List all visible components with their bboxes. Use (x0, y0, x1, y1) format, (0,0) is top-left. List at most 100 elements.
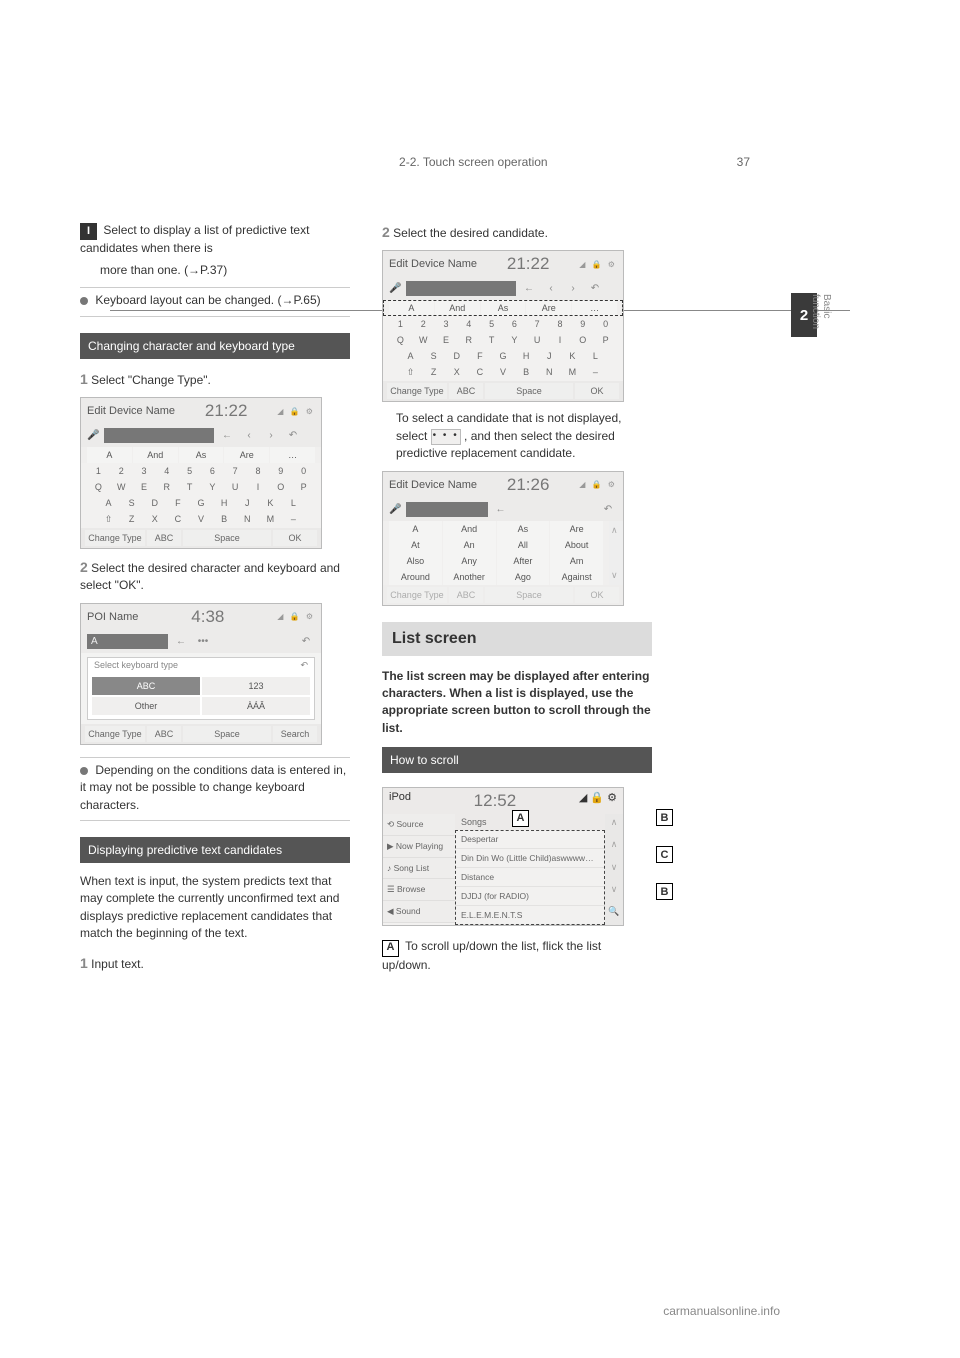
candidate[interactable]: Against (550, 569, 603, 585)
key[interactable]: W (110, 480, 133, 494)
candidate[interactable]: All (497, 537, 550, 553)
key[interactable]: A (97, 496, 120, 510)
key[interactable]: J (236, 496, 259, 510)
key[interactable]: R (457, 333, 480, 347)
scroll-bottom-icon[interactable]: ∨ (605, 881, 623, 903)
suggestion[interactable]: And (133, 447, 178, 463)
key[interactable]: D (143, 496, 166, 510)
key[interactable]: A (399, 349, 422, 363)
suggestion[interactable]: A (87, 447, 132, 463)
key[interactable]: B (213, 512, 236, 527)
suggestion-more[interactable]: … (270, 447, 315, 463)
key[interactable]: Z (120, 512, 143, 527)
candidate[interactable]: Another (443, 569, 496, 585)
mic-icon[interactable]: 🎤 (389, 281, 402, 296)
text-input-field[interactable] (406, 281, 516, 296)
suggestion[interactable]: As (179, 447, 224, 463)
key[interactable]: O (269, 480, 292, 494)
key[interactable]: F (166, 496, 189, 510)
key[interactable]: 5 (480, 317, 503, 331)
key[interactable]: 1 (87, 464, 110, 478)
suggestion[interactable]: Are (224, 447, 269, 463)
keyboard-type-option[interactable]: ÀÁÂ (202, 697, 310, 715)
ok-button[interactable]: OK (575, 383, 619, 399)
key[interactable]: 9 (571, 317, 594, 331)
key[interactable]: – (282, 512, 305, 527)
space-button[interactable]: Space (183, 726, 271, 742)
change-type-button[interactable]: Change Type (85, 726, 145, 742)
key[interactable]: L (584, 349, 607, 363)
key[interactable]: 6 (503, 317, 526, 331)
key[interactable]: U (526, 333, 549, 347)
key[interactable]: B (515, 365, 538, 380)
key[interactable]: N (236, 512, 259, 527)
key[interactable]: P (594, 333, 617, 347)
key[interactable]: D (445, 349, 468, 363)
text-input-field[interactable]: A (87, 634, 168, 649)
candidate[interactable]: Are (550, 521, 603, 537)
key[interactable]: 9 (269, 464, 292, 478)
key[interactable]: 0 (594, 317, 617, 331)
scroll-up-icon[interactable]: ∧ (605, 836, 623, 858)
side-item-song-list[interactable]: ♪ Song List (383, 858, 455, 879)
abc-button[interactable]: ABC (147, 726, 181, 742)
key[interactable]: M (259, 512, 282, 527)
backspace-icon[interactable]: ← (520, 282, 538, 296)
key[interactable]: Y (503, 333, 526, 347)
key[interactable]: G (189, 496, 212, 510)
cursor-left-icon[interactable]: ‹ (240, 429, 258, 443)
cursor-right-icon[interactable]: › (564, 282, 582, 296)
key[interactable]: R (155, 480, 178, 494)
candidate[interactable]: As (497, 521, 550, 537)
key[interactable]: X (445, 365, 468, 380)
abc-button[interactable]: ABC (147, 530, 181, 546)
key[interactable]: K (259, 496, 282, 510)
candidate[interactable]: Around (389, 569, 442, 585)
backspace-icon[interactable]: ← (218, 429, 236, 443)
change-type-button[interactable]: Change Type (387, 383, 447, 399)
keyboard-type-option[interactable]: ABC (92, 677, 200, 695)
scroll-down-icon[interactable]: ∨ (605, 859, 623, 881)
candidate[interactable]: Ago (497, 569, 550, 585)
keyboard-type-option[interactable]: Other (92, 697, 200, 715)
key[interactable]: 2 (412, 317, 435, 331)
key[interactable]: 7 (526, 317, 549, 331)
candidate[interactable]: About (550, 537, 603, 553)
key[interactable]: O (571, 333, 594, 347)
key[interactable]: 2 (110, 464, 133, 478)
key[interactable]: I (549, 333, 572, 347)
key[interactable]: G (491, 349, 514, 363)
key[interactable]: 0 (292, 464, 315, 478)
candidate[interactable]: A (389, 521, 442, 537)
mic-icon[interactable]: 🎤 (87, 428, 100, 443)
key[interactable]: K (561, 349, 584, 363)
candidate[interactable]: And (443, 521, 496, 537)
key[interactable]: Z (422, 365, 445, 380)
popup-close-icon[interactable]: ↶ (300, 660, 308, 671)
text-input-field[interactable] (406, 502, 488, 517)
key[interactable]: W (412, 333, 435, 347)
scroll-down-icon[interactable]: ∨ (611, 570, 621, 581)
undo-icon[interactable]: ↶ (297, 634, 315, 648)
candidate[interactable]: Also (389, 553, 442, 569)
key[interactable]: L (282, 496, 305, 510)
key[interactable]: – (584, 365, 607, 380)
key[interactable]: 4 (457, 317, 480, 331)
key[interactable]: 3 (435, 317, 458, 331)
cursor-right-icon[interactable]: › (262, 429, 280, 443)
scroll-up-icon[interactable]: ∧ (611, 525, 621, 536)
mic-icon[interactable]: 🎤 (389, 502, 402, 517)
key[interactable]: C (468, 365, 491, 380)
candidate[interactable]: Am (550, 553, 603, 569)
key[interactable]: E (133, 480, 156, 494)
more-icon[interactable]: ••• (194, 634, 212, 648)
key[interactable]: H (213, 496, 236, 510)
key[interactable]: N (538, 365, 561, 380)
space-button[interactable]: Space (183, 530, 271, 546)
search-icon[interactable]: 🔍 (605, 903, 623, 925)
key[interactable]: Y (201, 480, 224, 494)
key[interactable]: 4 (155, 464, 178, 478)
candidate[interactable]: Any (443, 553, 496, 569)
key[interactable]: 3 (133, 464, 156, 478)
key[interactable]: I (247, 480, 270, 494)
